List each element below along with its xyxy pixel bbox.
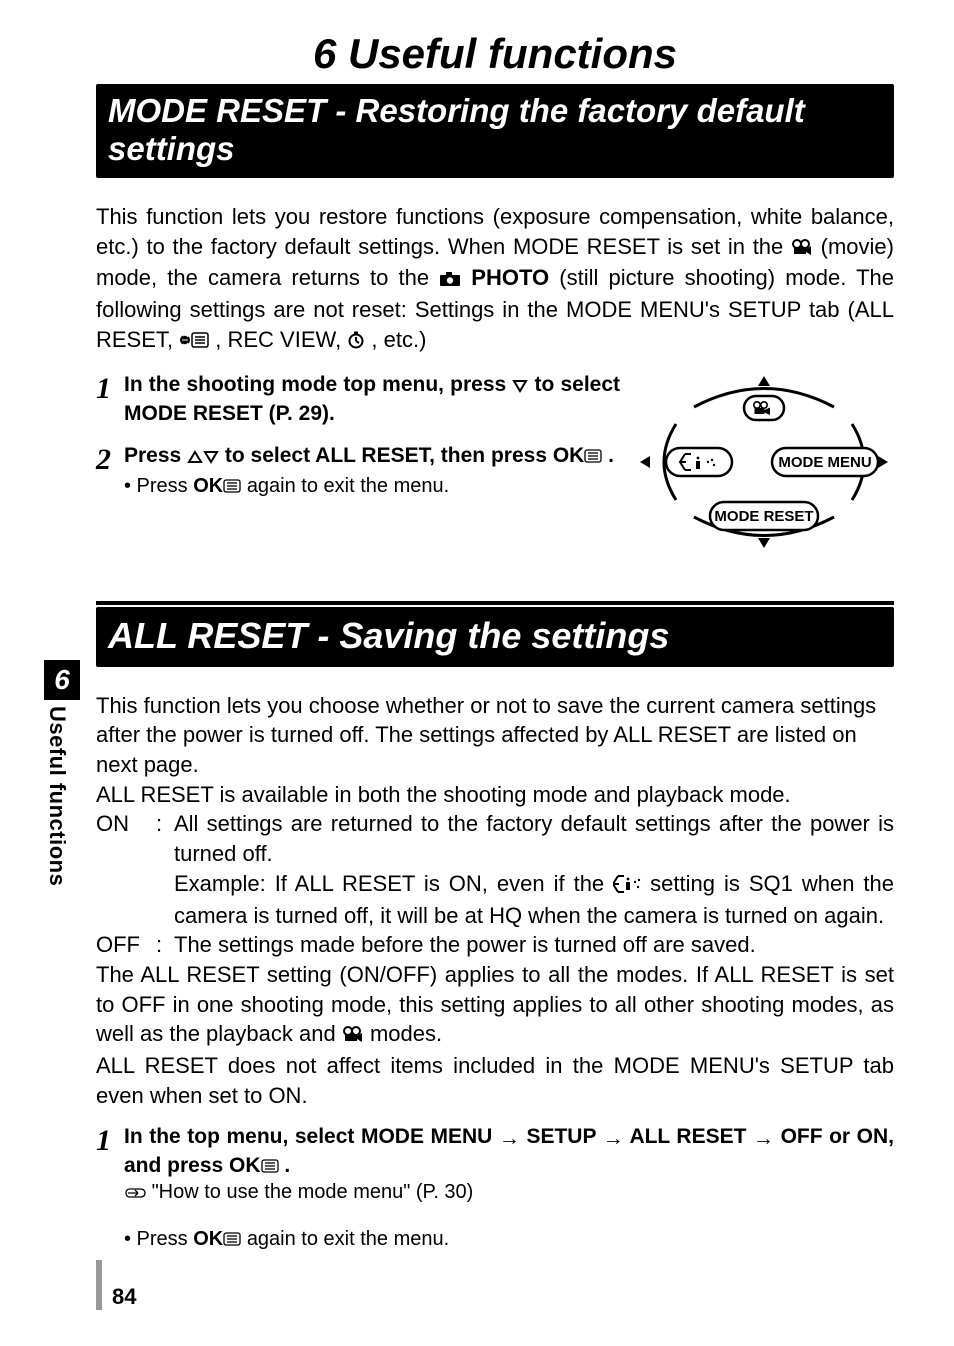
cross-ref-text: "How to use the mode menu" (P. 30) (152, 1181, 474, 1203)
colon: : (156, 809, 174, 930)
arrow-right-icon: → (603, 1126, 624, 1152)
mode-reset-intro: This function lets you restore functions… (96, 202, 894, 356)
menu-dial-diagram: MODE MENU MODE RESET (634, 372, 894, 557)
down-triangle-icon (203, 445, 219, 471)
intro-text: , etc.) (371, 327, 426, 352)
step-number: 2 (96, 445, 124, 475)
section-heading-all-reset: ALL RESET - Saving the settings (96, 607, 894, 666)
on-row: ON : All settings are returned to the fa… (96, 809, 894, 930)
pointing-hand-icon (124, 1183, 146, 1206)
down-triangle-icon (512, 374, 528, 400)
step-2-sub-pre: • Press (124, 475, 193, 497)
intro-text: This function lets you restore functions… (96, 204, 894, 259)
movie-icon (791, 234, 813, 264)
page-content: 6 Useful functions MODE RESET - Restorin… (0, 0, 954, 1251)
clock-icon (347, 327, 365, 357)
colon: : (156, 930, 174, 960)
all-reset-p1: This function lets you choose whether or… (96, 691, 894, 780)
on-val-2-pre: Example: If ALL RESET is ON, even if the (174, 871, 613, 896)
up-triangle-icon (187, 445, 203, 471)
chapter-title: 6 Useful functions (96, 30, 894, 78)
step-number: 1 (96, 1126, 124, 1156)
dial-bottom-label: MODE RESET (714, 508, 813, 525)
step-1: 1 In the shooting mode top menu, press t… (96, 372, 620, 427)
dial-right-label: MODE MENU (778, 454, 871, 471)
ok-menu-icon: OK (193, 475, 241, 497)
step-2-text: Press to select ALL RESET, then press OK… (124, 443, 620, 471)
all-reset-step-1: 1 In the top menu, select MODE MENU → SE… (96, 1124, 894, 1251)
photo-label: PHOTO (471, 265, 549, 290)
step-2-post: . (608, 444, 614, 467)
p3-pre: The ALL RESET setting (ON/OFF) applies t… (96, 962, 894, 1046)
arrow-right-icon: → (499, 1126, 520, 1152)
s2-step1-pre: In the top menu, select MODE MENU (124, 1125, 499, 1148)
off-val: The settings made before the power is tu… (174, 930, 894, 960)
section-heading-mode-reset: MODE RESET - Restoring the factory defau… (96, 84, 894, 178)
section-rule (96, 601, 894, 605)
page-number: 84 (112, 1284, 136, 1310)
p3-post: modes. (370, 1021, 442, 1046)
ok-menu-icon: OK (193, 1228, 241, 1250)
on-key: ON (96, 809, 156, 930)
off-key: OFF (96, 930, 156, 960)
camera-icon (439, 265, 461, 295)
on-val-2: Example: If ALL RESET is ON, even if the… (174, 869, 894, 930)
bullet-post: again to exit the menu. (247, 1228, 449, 1250)
all-reset-p2: ALL RESET is available in both the shoot… (96, 780, 894, 810)
step-2-pre: Press (124, 444, 187, 467)
step-1-pre: In the shooting mode top menu, press (124, 373, 512, 396)
quality-icon (613, 871, 641, 901)
step-2-sub-post: again to exit the menu. (247, 475, 449, 497)
movie-icon (342, 1021, 364, 1051)
all-reset-step-1-text: In the top menu, select MODE MENU → SETU… (124, 1124, 894, 1179)
step-2-sub: • Press OK again to exit the menu. (124, 475, 620, 498)
all-reset-p3: The ALL RESET setting (ON/OFF) applies t… (96, 960, 894, 1051)
ok-menu-icon: OK (553, 444, 603, 467)
mode-reset-steps: 1 In the shooting mode top menu, press t… (96, 372, 894, 557)
intro-text: , REC VIEW, (215, 327, 347, 352)
step-2-mid: to select ALL RESET, then press (225, 444, 553, 467)
all-reset-bullet: • Press OK again to exit the menu. (124, 1228, 894, 1251)
on-val-1: All settings are returned to the factory… (174, 809, 894, 868)
cross-ref: "How to use the mode menu" (P. 30) (124, 1181, 894, 1206)
bullet-pre: • Press (124, 1228, 193, 1250)
s2-step1-post: . (284, 1154, 290, 1177)
s2-step1-setup: SETUP (526, 1125, 602, 1148)
s2-step1-allreset: ALL RESET (629, 1125, 753, 1148)
step-2: 2 Press to select ALL RESET, then press … (96, 443, 620, 498)
arrow-right-icon: → (753, 1126, 774, 1152)
off-row: OFF : The settings made before the power… (96, 930, 894, 960)
page-footer: 84 (96, 1260, 136, 1310)
all-reset-p4: ALL RESET does not affect items included… (96, 1051, 894, 1110)
step-1-text: In the shooting mode top menu, press to … (124, 372, 620, 427)
step-number: 1 (96, 374, 124, 404)
language-menu-icon (179, 327, 209, 357)
footer-bar (96, 1260, 102, 1310)
ok-menu-icon: OK (229, 1154, 279, 1177)
